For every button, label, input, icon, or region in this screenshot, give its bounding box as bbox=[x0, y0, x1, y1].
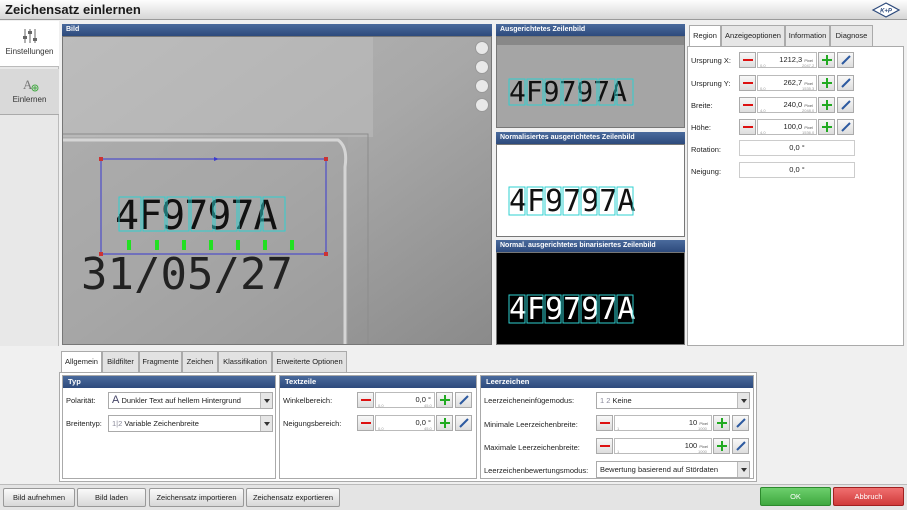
zoom-fit-icon[interactable] bbox=[475, 79, 489, 93]
sidebar: Einstellungen A Einlernen bbox=[0, 21, 59, 346]
increment-button[interactable] bbox=[818, 97, 835, 113]
tilt-value: 0,0 ° bbox=[739, 162, 855, 178]
zoom-out-icon[interactable] bbox=[475, 60, 489, 74]
space-group-title: Leerzeichen bbox=[481, 376, 753, 388]
rotation-value: 0,0 ° bbox=[739, 140, 855, 156]
export-charset-button[interactable]: Zeichensatz exportieren bbox=[246, 488, 340, 507]
rotation-label: Rotation: bbox=[691, 145, 722, 154]
tab-fragments[interactable]: Fragmente bbox=[139, 351, 182, 372]
min-space-label: Minimale Leerzeichenbreite: bbox=[484, 420, 578, 429]
tilt-label: Neigung: bbox=[691, 167, 722, 176]
tab-classification[interactable]: Klassifikation bbox=[218, 351, 272, 372]
tab-general[interactable]: Allgemein bbox=[61, 351, 102, 373]
space-mode-icon: 1 2 bbox=[600, 396, 611, 405]
decrement-button[interactable] bbox=[739, 97, 756, 113]
chevron-down-icon[interactable] bbox=[260, 393, 272, 408]
polarity-select[interactable]: A Dunkler Text auf hellem Hintergrund bbox=[108, 392, 273, 409]
width-type-select[interactable]: 1|2 Variable Zeichenbreite bbox=[108, 415, 273, 432]
increment-button[interactable] bbox=[436, 415, 453, 431]
decrement-button[interactable] bbox=[357, 392, 374, 408]
normalized-ocr-text: 4F9797A bbox=[509, 184, 635, 219]
normalized-image-header: Normalisiertes ausgerichtetes Zeilenbild bbox=[496, 132, 685, 144]
edit-icon[interactable] bbox=[837, 75, 854, 91]
date-text: 31/05/27 bbox=[81, 249, 293, 300]
tab-characters[interactable]: Zeichen bbox=[182, 351, 218, 372]
type-group-title: Typ bbox=[63, 376, 275, 388]
sliders-icon bbox=[22, 29, 37, 43]
window-title: Zeichensatz einlernen bbox=[5, 2, 141, 17]
load-image-button[interactable]: Bild laden bbox=[77, 488, 146, 507]
binarized-image-view: 4F9797A bbox=[496, 252, 685, 345]
decrement-button[interactable] bbox=[739, 52, 756, 68]
main-image-view[interactable]: 4F9797A 31/05/27 bbox=[62, 36, 492, 345]
chevron-down-icon[interactable] bbox=[737, 393, 749, 408]
cancel-button[interactable]: Abbruch bbox=[833, 487, 904, 506]
increment-button[interactable] bbox=[713, 415, 730, 431]
edit-icon[interactable] bbox=[455, 392, 472, 408]
sidebar-item-settings[interactable]: Einstellungen bbox=[0, 21, 59, 67]
max-space-label: Maximale Leerzeichenbreite: bbox=[484, 443, 580, 452]
zoom-in-icon[interactable] bbox=[475, 41, 489, 55]
polarity-icon: A bbox=[112, 394, 120, 406]
binarized-ocr-text: 4F9797A bbox=[509, 292, 635, 327]
increment-button[interactable] bbox=[818, 52, 835, 68]
edit-icon[interactable] bbox=[455, 415, 472, 431]
space-eval-select[interactable]: Bewertung basierend auf Stördaten bbox=[596, 461, 750, 478]
import-charset-button[interactable]: Zeichensatz importieren bbox=[149, 488, 244, 507]
logo-text: K+P bbox=[880, 9, 893, 15]
text-line-group-title: Textzeile bbox=[280, 376, 476, 388]
sidebar-item-label: Einlernen bbox=[12, 95, 47, 104]
tab-image-filter[interactable]: Bildfilter bbox=[102, 351, 139, 372]
camera-image: 4F9797A 31/05/27 bbox=[63, 37, 491, 344]
main-image-header: Bild bbox=[62, 24, 492, 36]
tab-region[interactable]: Region bbox=[689, 25, 721, 46]
ocr-text-main: 4F9797A bbox=[115, 193, 277, 239]
increment-button[interactable] bbox=[818, 119, 835, 135]
ok-button[interactable]: OK bbox=[760, 487, 831, 506]
capture-image-button[interactable]: Bild aufnehmen bbox=[3, 488, 75, 507]
zoom-reset-icon[interactable] bbox=[475, 98, 489, 112]
tilt-range-label: Neigungsbereich: bbox=[283, 419, 342, 428]
space-mode-select[interactable]: 1 2 Keine bbox=[596, 392, 750, 409]
teach-icon: A bbox=[23, 77, 38, 92]
sidebar-item-teach[interactable]: A Einlernen bbox=[0, 69, 59, 115]
edit-icon[interactable] bbox=[732, 415, 749, 431]
sidebar-item-label: Einstellungen bbox=[5, 47, 54, 56]
binarized-image-header: Normal. ausgerichtetes binarisiertes Zei… bbox=[496, 240, 685, 252]
edit-icon[interactable] bbox=[732, 438, 749, 454]
space-eval-label: Leerzeichenbewertungsmodus: bbox=[484, 466, 589, 475]
tab-advanced-options[interactable]: Erweiterte Optionen bbox=[272, 351, 347, 372]
edit-icon[interactable] bbox=[837, 119, 854, 135]
decrement-button[interactable] bbox=[596, 438, 613, 454]
space-mode-label: Leerzeicheneinfügemodus: bbox=[484, 396, 575, 405]
angle-range-label: Winkelbereich: bbox=[283, 396, 333, 405]
aligned-image-header: Ausgerichtetes Zeilenbild bbox=[496, 24, 685, 36]
increment-button[interactable] bbox=[818, 75, 835, 91]
width-type-label: Breitentyp: bbox=[66, 419, 102, 428]
edit-icon[interactable] bbox=[837, 97, 854, 113]
aligned-image-view: 4F9797A bbox=[496, 36, 685, 128]
decrement-button[interactable] bbox=[596, 415, 613, 431]
chevron-down-icon[interactable] bbox=[260, 416, 272, 431]
width-type-icon: 1|2 bbox=[112, 419, 123, 428]
normalized-image-view: 4F9797A bbox=[496, 144, 685, 237]
tab-diagnosis[interactable]: Diagnose bbox=[830, 25, 873, 46]
decrement-button[interactable] bbox=[739, 119, 756, 135]
svg-text:A: A bbox=[23, 77, 33, 92]
company-logo: K+P bbox=[871, 2, 901, 18]
decrement-button[interactable] bbox=[739, 75, 756, 91]
increment-button[interactable] bbox=[436, 392, 453, 408]
polarity-label: Polarität: bbox=[66, 396, 96, 405]
tab-display-options[interactable]: Anzeigeoptionen bbox=[721, 25, 785, 46]
edit-icon[interactable] bbox=[837, 52, 854, 68]
decrement-button[interactable] bbox=[357, 415, 374, 431]
tab-information[interactable]: Information bbox=[785, 25, 830, 46]
region-panel bbox=[687, 46, 904, 346]
chevron-down-icon[interactable] bbox=[737, 462, 749, 477]
increment-button[interactable] bbox=[713, 438, 730, 454]
